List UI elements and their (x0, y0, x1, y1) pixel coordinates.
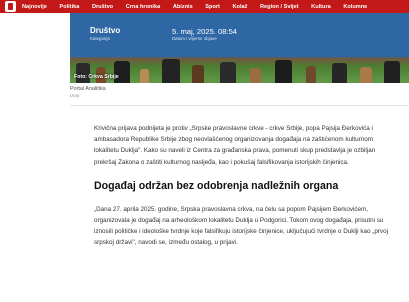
author-name[interactable]: Portal Analitika (70, 86, 409, 92)
nav-item-crna-hronika[interactable]: Crna hronika (126, 4, 161, 10)
divider (70, 105, 409, 106)
nav-item-politika[interactable]: Politika (59, 4, 79, 10)
nav-item-abiznis[interactable]: Abiznis (173, 4, 193, 10)
nav-item-drustvo[interactable]: Društvo (92, 4, 113, 10)
nav-item-kolaz[interactable]: Kolaž (233, 4, 248, 10)
hero-image: Društvo Kategorija 5. maj, 2025. 08:54 D… (70, 13, 409, 83)
source-label: Izvor (70, 93, 80, 98)
category-label[interactable]: Društvo (90, 26, 120, 35)
article-body: Krivična prijava podnijeta je protiv „Sr… (94, 123, 394, 249)
author-block: Portal Analitika Izvor (70, 86, 409, 106)
top-nav: Najnovije Politika Društvo Crna hronika … (0, 0, 409, 13)
photo-credit: Foto: Crkva Srbije (74, 74, 119, 80)
hero-photo-crowd (70, 57, 409, 83)
nav-item-region-svijet[interactable]: Region / Svijet (260, 4, 299, 10)
article-subheading: Događaj održan bez odobrenja nadležnih o… (94, 179, 339, 192)
nav-item-kolumne[interactable]: Kolumne (343, 4, 367, 10)
nav-item-najnovije[interactable]: Najnovije (22, 4, 47, 10)
publish-date: 5. maj, 2025. 08:54 (172, 27, 238, 36)
site-logo-icon[interactable] (5, 1, 16, 12)
publish-date-caption: Datum i vrijeme objave (172, 36, 217, 41)
nav-item-sport[interactable]: Sport (205, 4, 220, 10)
article-paragraph: „Dana 27. aprila 2025. godine, Srpska pr… (94, 205, 388, 247)
nav-item-kultura[interactable]: Kultura (311, 4, 331, 10)
article-paragraph: Krivična prijava podnijeta je protiv „Sr… (94, 125, 376, 166)
category-caption: Kategorija (90, 36, 110, 41)
hero-overlay (70, 13, 409, 57)
